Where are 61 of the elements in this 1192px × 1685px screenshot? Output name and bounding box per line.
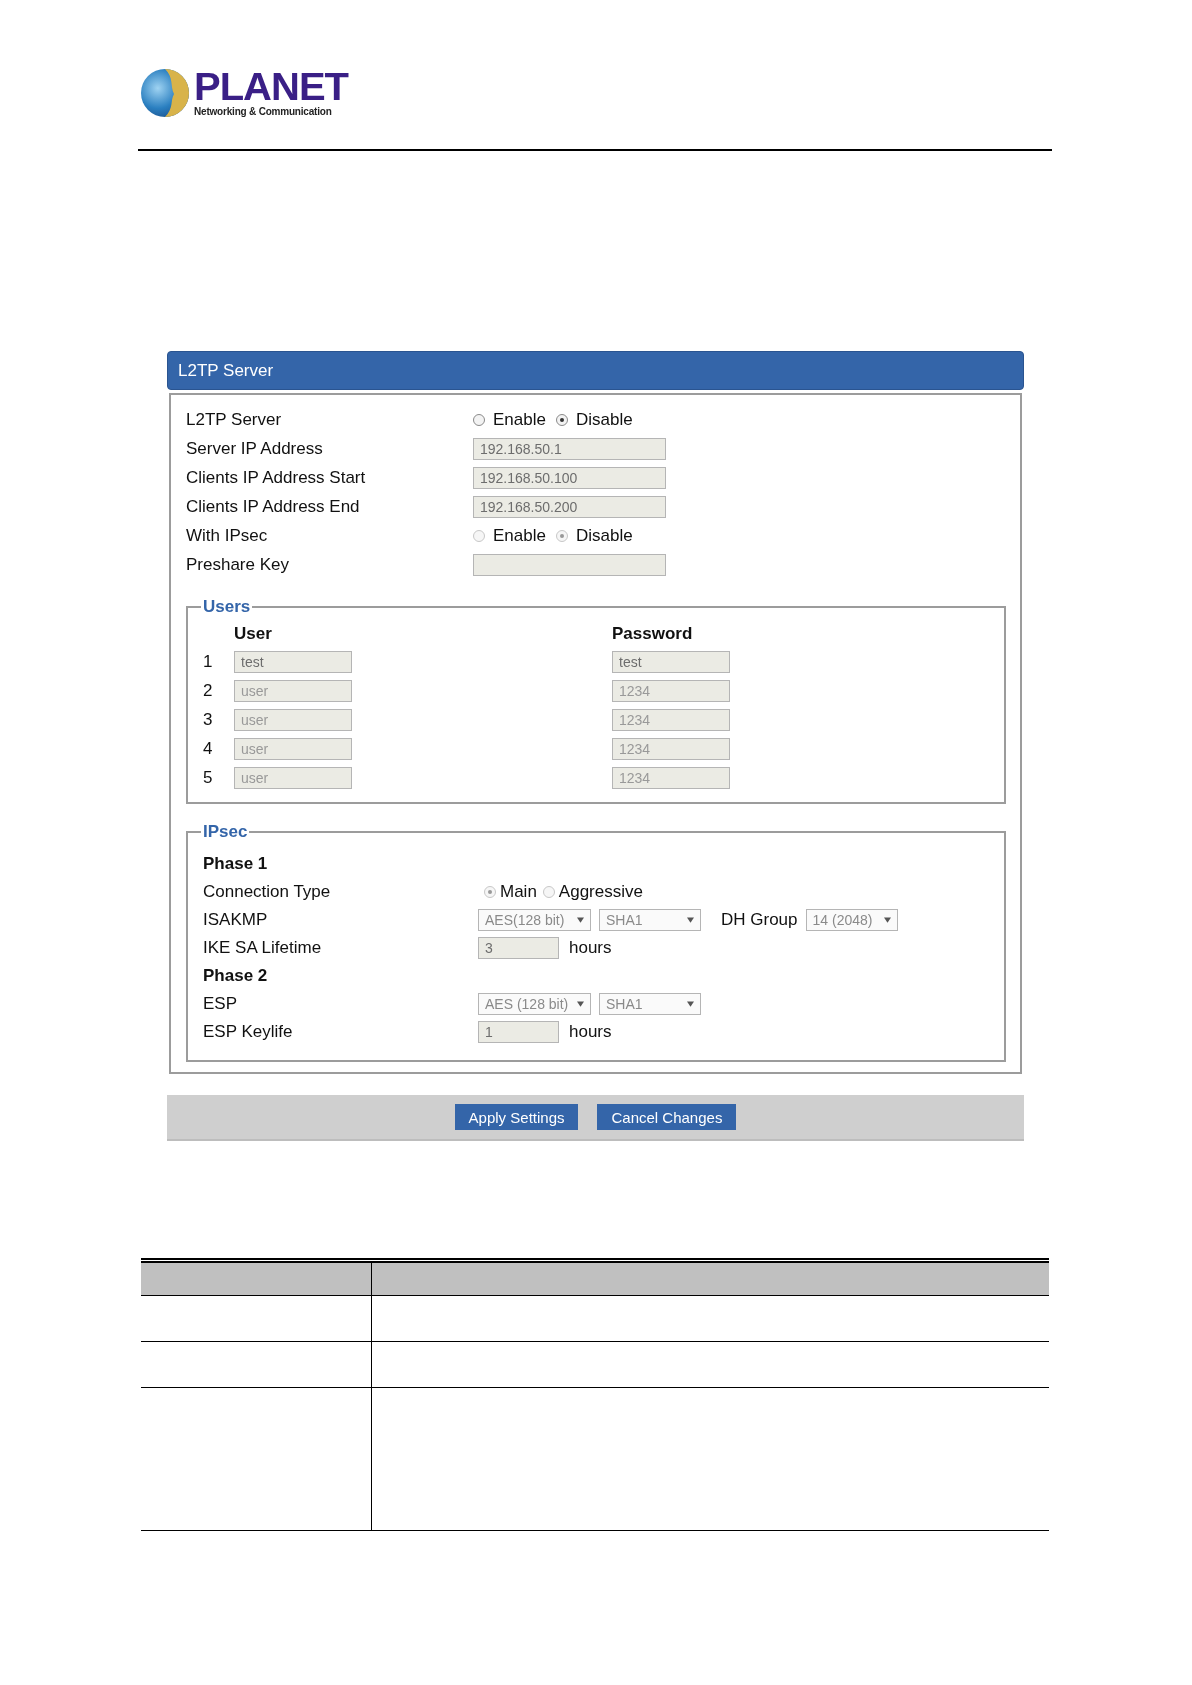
phase-heading: Phase 2 bbox=[203, 966, 268, 986]
setting-label: Clients IP Address Start bbox=[186, 467, 367, 488]
caret-icon bbox=[883, 917, 891, 923]
group-title: Users bbox=[202, 597, 252, 617]
user-field[interactable]: user bbox=[234, 766, 352, 789]
phase-heading: Phase 1 bbox=[203, 854, 268, 874]
row-number: 5 bbox=[203, 767, 214, 788]
text-field[interactable]: 192.168.50.100 bbox=[473, 466, 666, 489]
setting-label: ISAKMP bbox=[203, 910, 269, 930]
setting-label: ESP bbox=[203, 994, 239, 1014]
text-field[interactable] bbox=[473, 553, 666, 576]
user-field[interactable]: user bbox=[234, 679, 352, 702]
row-number: 2 bbox=[203, 680, 214, 701]
caret-icon bbox=[577, 1001, 584, 1007]
password-field[interactable]: 1234 bbox=[612, 708, 730, 731]
setting-label: Clients IP Address End bbox=[186, 496, 361, 517]
password-field[interactable]: test bbox=[612, 650, 730, 673]
row-number: 3 bbox=[203, 709, 214, 730]
setting-label: With IPsec bbox=[186, 525, 269, 546]
user-field[interactable]: user bbox=[234, 737, 352, 760]
setting-label: L2TP Server bbox=[186, 409, 283, 430]
text-field[interactable]: 192.168.50.200 bbox=[473, 495, 666, 518]
setting-label: Connection Type bbox=[203, 882, 332, 902]
setting-label: Server IP Address bbox=[186, 438, 324, 459]
unit-label: hours bbox=[569, 1022, 612, 1042]
password-field[interactable]: 1234 bbox=[612, 737, 730, 760]
caret-icon bbox=[577, 917, 584, 923]
radio-option[interactable]: Enable bbox=[473, 409, 546, 430]
caret-icon bbox=[687, 1001, 694, 1007]
unit-label: hours bbox=[569, 938, 612, 958]
setting-label: DH Group bbox=[721, 910, 798, 930]
radio-option[interactable]: Disable bbox=[555, 409, 633, 430]
dropdown[interactable]: AES(128 bit) bbox=[478, 909, 591, 931]
caret-icon bbox=[687, 917, 694, 923]
setting-label: ESP Keylife bbox=[203, 1022, 294, 1042]
group-title: IPsec bbox=[202, 822, 249, 842]
logo-tagline: Networking & Communication bbox=[194, 106, 333, 118]
dropdown[interactable]: SHA1 bbox=[599, 909, 701, 931]
dropdown[interactable]: AES (128 bit) bbox=[478, 993, 591, 1015]
text-field[interactable]: 192.168.50.1 bbox=[473, 437, 666, 460]
radio-button[interactable] bbox=[473, 413, 485, 426]
user-field[interactable]: user bbox=[234, 708, 352, 731]
password-field[interactable]: 1234 bbox=[612, 679, 730, 702]
setting-label: IKE SA Lifetime bbox=[203, 938, 323, 958]
password-field[interactable]: 1234 bbox=[612, 766, 730, 789]
column-header: Password bbox=[612, 624, 693, 644]
user-field[interactable]: test bbox=[234, 650, 352, 673]
action-button[interactable]: Apply Settings bbox=[454, 1104, 579, 1130]
number-field[interactable]: 3 bbox=[478, 937, 559, 959]
dropdown[interactable]: SHA1 bbox=[599, 993, 701, 1015]
globe-icon bbox=[140, 68, 190, 118]
dropdown[interactable]: 14 (2048) bbox=[805, 909, 898, 931]
radio-button[interactable] bbox=[555, 413, 568, 426]
column-header: User bbox=[234, 624, 273, 644]
setting-label: Preshare Key bbox=[186, 554, 290, 575]
logo-wordmark: PLANET bbox=[194, 68, 348, 106]
row-number: 4 bbox=[203, 738, 214, 759]
panel-title-bar: L2TP Server bbox=[167, 351, 1024, 390]
action-button[interactable]: Cancel Changes bbox=[597, 1104, 737, 1130]
number-field[interactable]: 1 bbox=[478, 1021, 559, 1043]
row-number: 1 bbox=[203, 651, 214, 672]
